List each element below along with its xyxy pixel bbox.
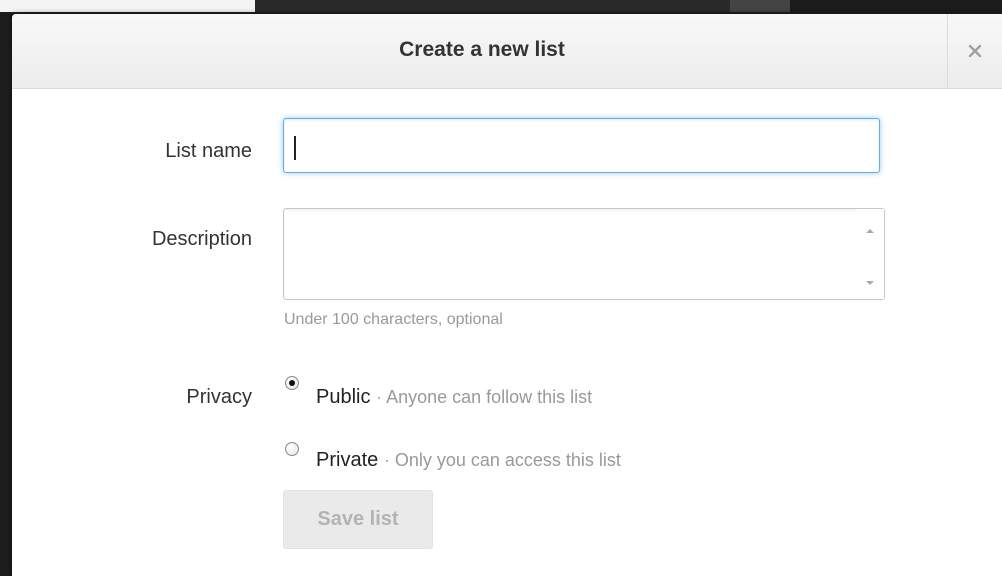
public-option-title: Public xyxy=(316,386,371,408)
save-list-button[interactable]: Save list xyxy=(283,490,433,549)
description-textarea[interactable] xyxy=(284,209,854,299)
text-caret xyxy=(294,136,296,160)
private-option-title: Private xyxy=(316,449,379,471)
description-field xyxy=(283,208,885,300)
public-radio[interactable] xyxy=(285,376,299,390)
scroll-down-arrow-icon[interactable] xyxy=(864,275,876,285)
list-name-input[interactable] xyxy=(283,118,880,173)
dialog-title: Create a new list xyxy=(399,38,565,61)
public-option-separator: · xyxy=(376,387,387,407)
create-list-dialog: Create a new list List name Description … xyxy=(12,14,1002,576)
public-option-description: Anyone can follow this list xyxy=(386,387,593,407)
close-button[interactable] xyxy=(947,14,1002,88)
private-option-description: Only you can access this list xyxy=(394,450,621,470)
private-option[interactable]: Private · Only you can access this list xyxy=(316,449,621,472)
private-radio[interactable] xyxy=(285,442,299,456)
privacy-label: Privacy xyxy=(186,386,252,408)
private-option-separator: · xyxy=(383,450,395,470)
background-top-strip xyxy=(0,0,1002,12)
description-scrollbar[interactable] xyxy=(856,209,884,299)
public-option[interactable]: Public · Anyone can follow this list xyxy=(316,386,592,409)
dialog-header: Create a new list xyxy=(12,14,1002,89)
scroll-up-arrow-icon[interactable] xyxy=(864,223,876,233)
description-label: Description xyxy=(151,228,252,250)
list-name-label: List name xyxy=(165,140,252,162)
close-icon xyxy=(968,44,982,58)
background-left-strip xyxy=(0,12,12,576)
description-hint: Under 100 characters, optional xyxy=(284,311,503,328)
